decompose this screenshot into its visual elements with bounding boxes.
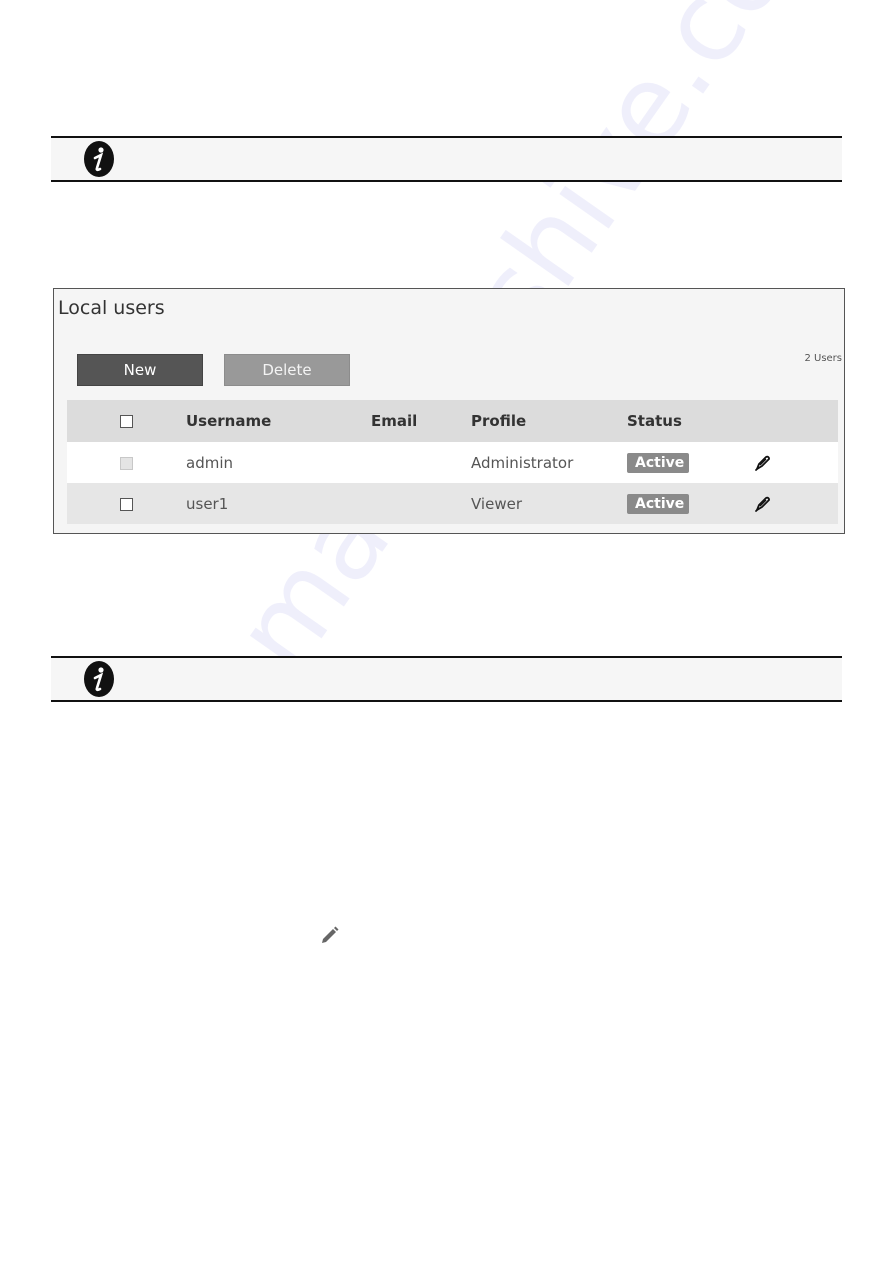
table-row: admin Administrator Active	[67, 442, 838, 483]
pencil-icon	[322, 926, 339, 943]
cell-profile: Administrator	[470, 442, 626, 483]
info-icon	[84, 141, 114, 177]
header-actions	[754, 400, 838, 442]
status-badge: Active	[627, 493, 689, 514]
users-table: Username Email Profile Status admin Admi…	[67, 400, 838, 524]
cell-email	[370, 442, 470, 483]
header-status[interactable]: Status	[626, 400, 754, 442]
cell-profile: Viewer	[470, 483, 626, 524]
edit-icon[interactable]	[754, 495, 772, 513]
edit-icon[interactable]	[754, 454, 772, 472]
header-profile[interactable]: Profile	[470, 400, 626, 442]
new-user-button[interactable]: New	[77, 354, 203, 386]
row-checkbox	[119, 456, 133, 470]
cell-username: admin	[185, 442, 370, 483]
table-row: user1 Viewer Active	[67, 483, 838, 524]
row-checkbox[interactable]	[119, 497, 133, 511]
delete-user-button[interactable]: Delete	[224, 354, 350, 386]
cell-username: user1	[185, 483, 370, 524]
panel-title: Local users	[58, 297, 165, 319]
select-all-checkbox[interactable]	[119, 415, 133, 428]
status-badge: Active	[627, 452, 689, 473]
local-users-panel: Local users New Delete 2 Users Username …	[53, 288, 845, 534]
cell-email	[370, 483, 470, 524]
info-note-1	[51, 136, 842, 182]
header-email[interactable]: Email	[370, 400, 470, 442]
info-icon	[84, 661, 114, 697]
table-header-row: Username Email Profile Status	[67, 400, 838, 442]
header-username[interactable]: Username	[185, 400, 370, 442]
user-count: 2 Users	[804, 353, 842, 364]
info-note-2	[51, 656, 842, 702]
